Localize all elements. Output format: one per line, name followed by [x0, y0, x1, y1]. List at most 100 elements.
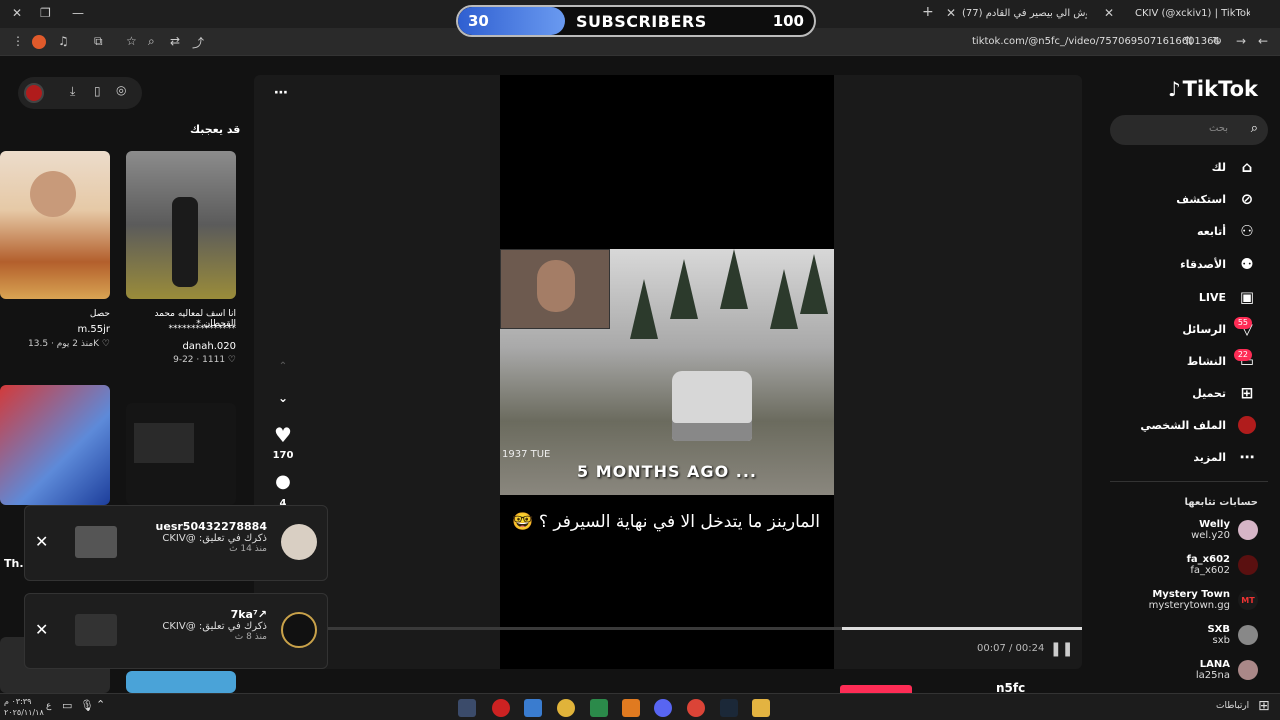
coin-icon[interactable]: ◎	[116, 83, 126, 97]
app-icon[interactable]	[622, 699, 640, 717]
nav-label: النشاط	[1186, 354, 1226, 368]
folder-icon[interactable]	[752, 699, 770, 717]
tab-ckiv[interactable]: CKIV (@xckiv1) | TikTok(62)	[1135, 4, 1250, 24]
tab-active[interactable]: وش الي بيصير في القادم (77)	[962, 4, 1087, 24]
friends-icon: ⚉	[1240, 255, 1254, 273]
site-settings-icon[interactable]: ⇅	[1184, 34, 1194, 48]
nav-explore[interactable]: ⊘ استكشف	[1176, 187, 1258, 211]
steam-icon[interactable]	[720, 699, 738, 717]
app-icon[interactable]	[557, 699, 575, 717]
following-item[interactable]: LANA la25na	[1196, 659, 1258, 681]
person-figure	[30, 171, 76, 217]
avatar: MT	[1238, 590, 1258, 610]
nav-live[interactable]: ▣ LIVE	[1199, 285, 1258, 309]
nav-profile[interactable]: الملف الشخصي	[1140, 413, 1258, 437]
phone-icon[interactable]: ▯	[94, 84, 101, 98]
restore-window-icon[interactable]: ❐	[40, 6, 51, 20]
nav-friends[interactable]: ⚉ الأصدقاء	[1180, 252, 1258, 276]
upload-icon: ⊞	[1240, 384, 1254, 402]
scroll-down-icon[interactable]: ⌄	[272, 391, 294, 405]
url-field[interactable]: tiktok.com/@n5fc_/video/7570695071616601…	[972, 36, 1220, 47]
profile-icon[interactable]	[32, 35, 46, 49]
language-indicator[interactable]: ع	[46, 701, 51, 711]
follow-button[interactable]	[840, 685, 912, 693]
notification-toast[interactable]: ✕ uesr50432278884 ذكرك في تعليق: @CKIV م…	[24, 505, 328, 581]
suggestion-thumb[interactable]	[126, 671, 236, 693]
close-window-icon[interactable]: ✕	[12, 6, 22, 20]
windows-start-icon[interactable]: ⊞	[1258, 698, 1270, 714]
suggestion-thumb[interactable]	[0, 151, 110, 299]
back-icon[interactable]: ←	[1258, 34, 1268, 48]
following-name: SXB	[1207, 624, 1230, 635]
chrome-icon[interactable]	[458, 699, 476, 717]
minimize-window-icon[interactable]: —	[72, 6, 84, 20]
home-icon: ⌂	[1241, 158, 1253, 176]
network-icon[interactable]: ▭	[62, 699, 72, 712]
chrome-icon[interactable]	[687, 699, 705, 717]
suggestion-thumb[interactable]	[126, 403, 236, 505]
scroll-up-icon[interactable]: ⌃	[272, 361, 294, 372]
video-time: 00:07 / 00:24	[977, 643, 1045, 654]
share-icon[interactable]: ⤴	[192, 34, 204, 51]
nav-label: الأصدقاء	[1180, 257, 1226, 271]
suggestion-meta: 9-22 · 1111 ♡	[173, 355, 236, 365]
download-icon[interactable]: ⤓	[70, 84, 75, 99]
tab-close-icon[interactable]: ✕	[1104, 6, 1114, 20]
following-name: Welly	[1199, 519, 1230, 530]
notification-user: 7ka⁷↗	[230, 608, 267, 621]
search-box[interactable]: ⌕ بحث	[1110, 115, 1268, 145]
following-item[interactable]: Welly wel.y20	[1191, 519, 1258, 541]
top-controls: ⤓ ▯ ◎	[18, 77, 142, 109]
excel-icon[interactable]	[590, 699, 608, 717]
nav-for-you[interactable]: ⌂ لك	[1212, 155, 1258, 179]
thumb-preview	[134, 423, 194, 463]
suggestion-thumb[interactable]	[0, 385, 110, 505]
nav-label: تحميل	[1192, 386, 1226, 400]
zoom-icon[interactable]: ⌕	[148, 34, 155, 49]
heart-icon: ♡	[227, 355, 236, 365]
following-item[interactable]: MT Mystery Town mysterytown.gg	[1149, 589, 1258, 611]
tab-close-icon[interactable]: ✕	[946, 6, 956, 20]
like-icon[interactable]: ♥	[272, 423, 294, 447]
comment-icon[interactable]: ●	[272, 471, 294, 492]
tree-shape	[720, 249, 748, 309]
more-options-icon[interactable]: ⋯	[274, 85, 288, 101]
nav-label: المزيد	[1193, 450, 1226, 464]
video-progress-fill	[841, 627, 1082, 630]
compass-icon: ⊘	[1240, 190, 1254, 208]
frame-caption: 5 MONTHS AGO ...	[577, 462, 757, 481]
live-icon: ▣	[1239, 288, 1255, 306]
forward-icon[interactable]: →	[1236, 34, 1246, 48]
pause-icon[interactable]: ❚❚	[1050, 641, 1073, 657]
suggestion-user[interactable]: danah.020	[126, 341, 236, 352]
app-icon[interactable]	[524, 699, 542, 717]
bookmark-star-icon[interactable]: ☆	[126, 34, 137, 48]
app-icon[interactable]	[492, 699, 510, 717]
nav-label: الملف الشخصي	[1140, 418, 1226, 432]
suggestion-thumb[interactable]	[126, 151, 236, 299]
extensions-icon[interactable]: ⧉	[94, 34, 103, 49]
mic-icon[interactable]: 🎙	[80, 699, 94, 712]
translate-icon[interactable]: ⇄	[170, 34, 180, 48]
playlist-icon[interactable]: ♫	[58, 34, 69, 48]
notification-user: uesr50432278884	[155, 520, 267, 533]
tiktok-logo[interactable]: ♪ TikTok	[1168, 77, 1258, 101]
following-handle: wel.y20	[1191, 530, 1230, 541]
menu-dots-icon[interactable]: ⋮	[12, 34, 24, 48]
avatar	[1238, 625, 1258, 645]
close-icon[interactable]: ✕	[35, 532, 48, 551]
following-item[interactable]: SXB sxb	[1207, 624, 1258, 646]
discord-icon[interactable]	[654, 699, 672, 717]
following-item[interactable]: fa_x602 fa_x602	[1187, 554, 1258, 576]
reload-icon[interactable]: ↻	[1212, 34, 1222, 48]
new-tab-icon[interactable]: +	[922, 4, 934, 20]
close-icon[interactable]: ✕	[35, 620, 48, 639]
nav-upload[interactable]: ⊞ تحميل	[1192, 381, 1258, 405]
video-progress-bar[interactable]	[254, 627, 1082, 630]
nav-following[interactable]: ⚇ أتابعه	[1197, 219, 1258, 243]
suggestion-user[interactable]: m.55jr	[0, 324, 110, 335]
notification-toast[interactable]: ✕ 7ka⁷↗ ذكرك في تعليق: @CKIV منذ 8 ث	[24, 593, 328, 669]
chevron-up-icon[interactable]: ⌃	[96, 698, 105, 711]
user-avatar[interactable]	[24, 83, 44, 103]
nav-more[interactable]: ⋯ المزيد	[1193, 445, 1258, 469]
